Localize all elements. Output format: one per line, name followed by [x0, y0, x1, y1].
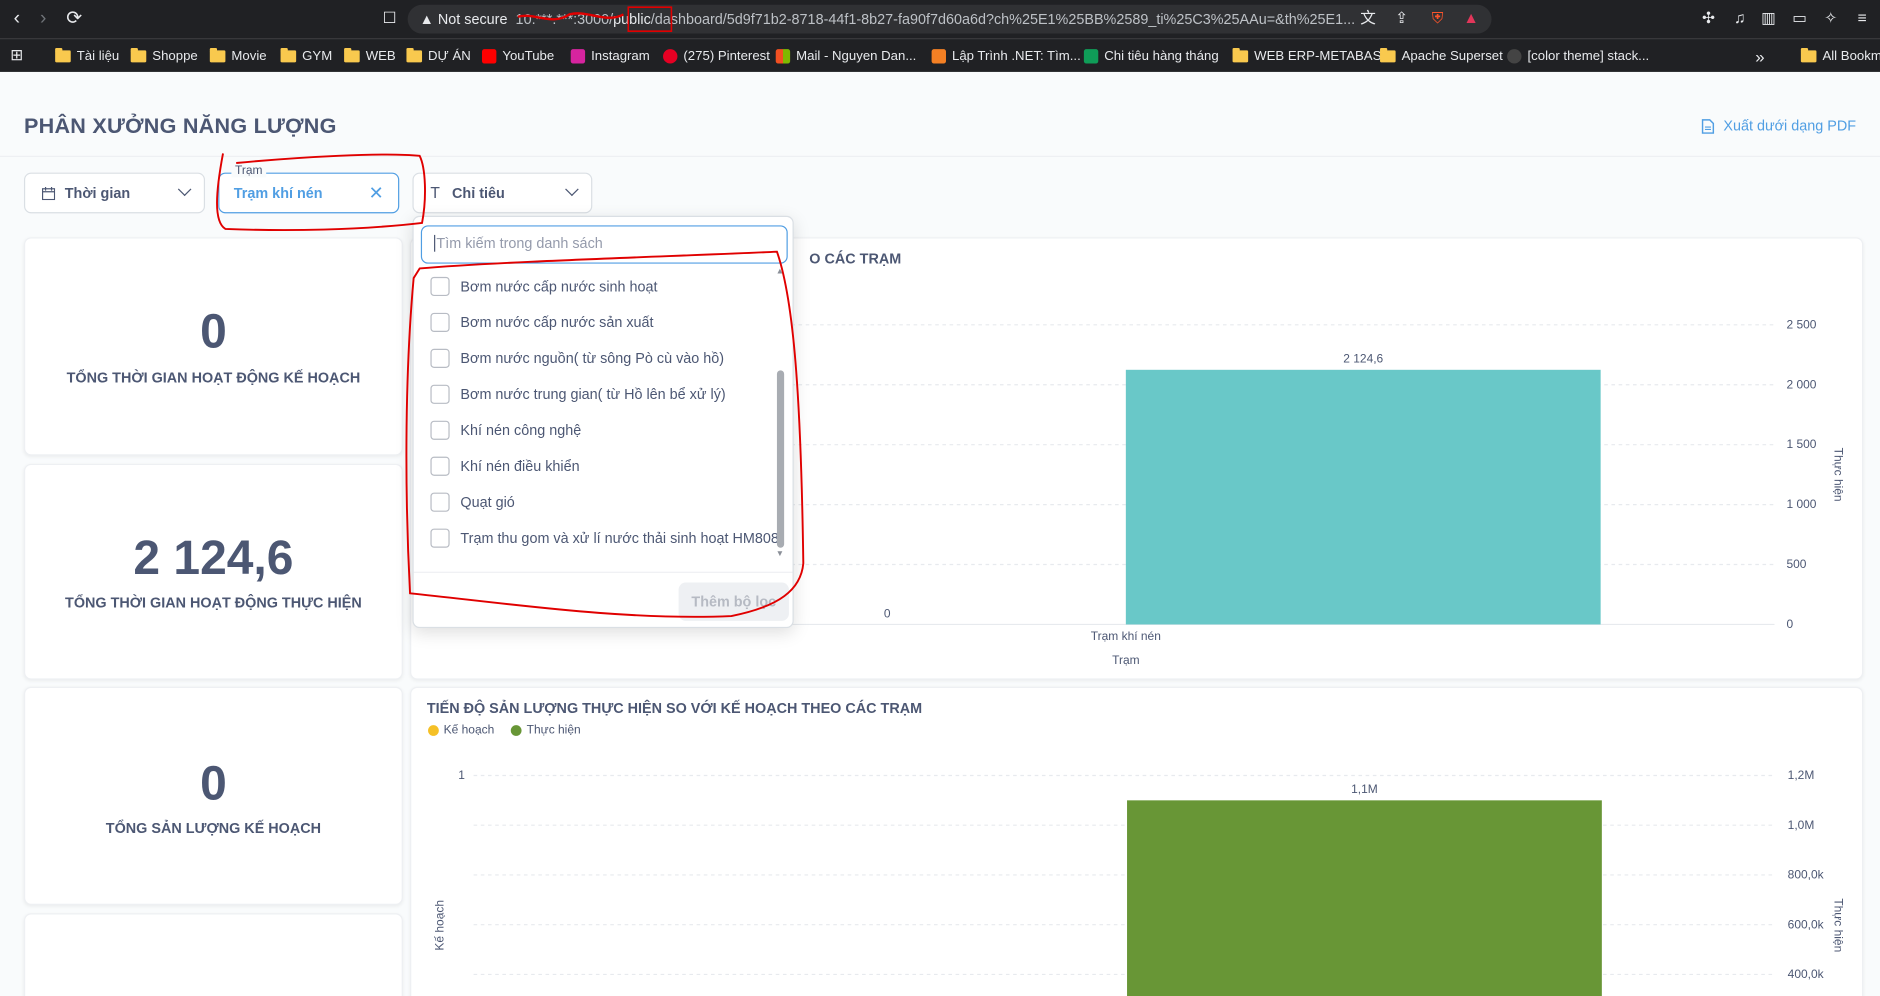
option-label: Bơm nước cấp nước sản xuất — [460, 314, 654, 331]
dropdown-option[interactable]: Quạt gió — [430, 490, 515, 514]
y-axis-label-left: Kế hoạch — [433, 900, 447, 951]
checkbox[interactable] — [430, 528, 450, 548]
checkbox[interactable] — [430, 420, 450, 440]
output-progress-chart: 1,2M 1,0M 800,0k 600,0k 400,0k 1 1,1M Kế hoạch T… — [433, 768, 1845, 996]
data-label: 1,1M — [1351, 782, 1378, 796]
checkbox[interactable] — [430, 312, 450, 333]
y-tick-label-left: 1 — [458, 768, 465, 782]
dropdown-search-input[interactable]: Tìm kiếm trong danh sách — [420, 225, 788, 264]
option-label: Khí nén điều khiển — [460, 457, 580, 475]
option-label: Bơm nước trung gian( từ Hồ lên bể xử lý) — [460, 385, 726, 403]
station-dropdown-popover: Tìm kiếm trong danh sách ▲ Bơm nước cấp … — [412, 215, 794, 629]
option-label: Trạm thu gom và xử lí nước thải sinh hoạ… — [460, 529, 779, 547]
y-tick-label-right: 400,0k — [1788, 967, 1824, 981]
option-label: Quạt gió — [460, 493, 515, 511]
screenshot-root: ‹ › ⟳ ☐ ▲ Not secure 10.***.***:3000/pub… — [0, 0, 1880, 996]
checkbox[interactable] — [430, 276, 450, 297]
dropdown-option[interactable]: Khí nén điều khiển — [430, 454, 580, 478]
y-tick-label-right: 1,0M — [1788, 818, 1815, 832]
dropdown-option[interactable]: Bơm nước cấp nước sinh hoạt — [430, 274, 658, 298]
checkbox[interactable] — [430, 348, 450, 368]
search-placeholder: Tìm kiếm trong danh sách — [434, 235, 603, 252]
y-tick-label-right: 600,0k — [1788, 917, 1824, 931]
dropdown-option[interactable]: Khí nén công nghệ — [430, 418, 581, 442]
option-label: Khí nén công nghệ — [460, 421, 582, 439]
option-label: Bơm nước nguồn( từ sông Pò cù vào hồ) — [460, 349, 725, 367]
y-axis-label-right: Thực hiện — [1831, 898, 1845, 952]
checkbox[interactable] — [430, 492, 450, 512]
dropdown-option[interactable]: Trạm thu gom và xử lí nước thải sinh hoạ… — [430, 526, 779, 550]
option-label: Bơm nước cấp nước sinh hoạt — [460, 278, 658, 295]
bar-actual — [1127, 800, 1602, 996]
checkbox[interactable] — [430, 384, 450, 404]
scroll-down-icon[interactable]: ▼ — [776, 550, 784, 558]
y-tick-label-right: 1,2M — [1788, 768, 1815, 782]
checkbox[interactable] — [430, 456, 450, 476]
add-filter-button[interactable]: Thêm bộ lọc — [678, 582, 789, 621]
dropdown-scrollbar[interactable] — [776, 270, 786, 558]
dropdown-option[interactable]: Bơm nước cấp nước sản xuất — [430, 310, 654, 334]
dropdown-option[interactable]: Bơm nước trung gian( từ Hồ lên bể xử lý) — [430, 382, 726, 406]
scrollbar-thumb[interactable] — [776, 370, 785, 548]
dropdown-option[interactable]: Bơm nước nguồn( từ sông Pò cù vào hồ) — [430, 346, 724, 370]
y-tick-label-right: 800,0k — [1788, 868, 1824, 882]
dropdown-divider — [413, 571, 793, 573]
